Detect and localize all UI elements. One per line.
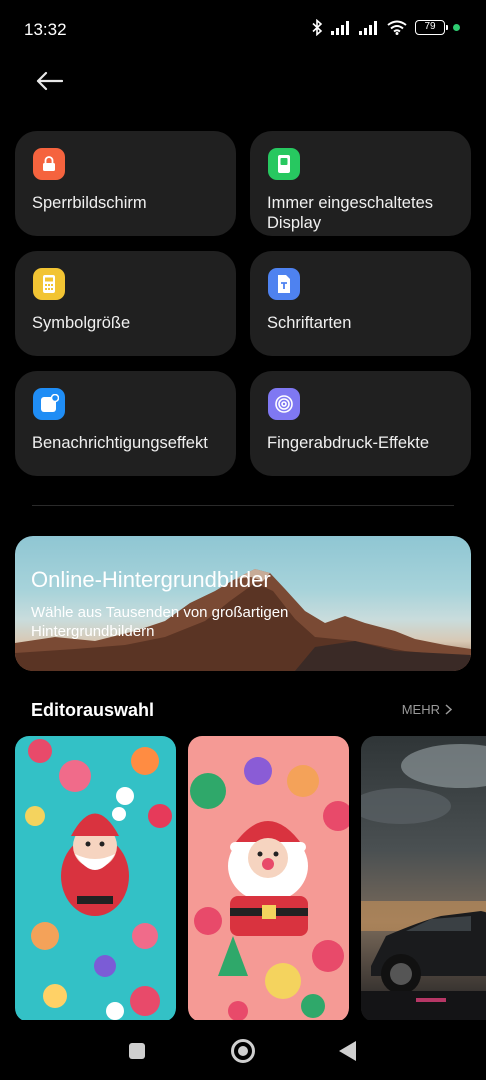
status-time: 13:32 xyxy=(24,20,67,39)
fingerprint-icon xyxy=(268,388,300,420)
nav-back-button[interactable] xyxy=(339,1041,356,1061)
tile-label: Fingerabdruck-Effekte xyxy=(267,434,430,452)
wallpaper-card-car[interactable] xyxy=(361,736,486,1022)
wallpaper-image xyxy=(361,744,486,1022)
online-wallpapers-banner[interactable]: Online-Hintergrundbilder Wähle aus Tause… xyxy=(15,536,471,671)
calculator-icon xyxy=(33,268,65,300)
tile-label: Symbolgröße xyxy=(32,314,131,332)
banner-title: Online-Hintergrundbilder xyxy=(31,567,271,592)
signal-icon xyxy=(331,20,349,35)
wifi-icon xyxy=(387,20,407,35)
tile-lock-screen[interactable]: Sperrbildschirm xyxy=(15,131,236,236)
lock-icon xyxy=(33,148,65,180)
status-bar: 13:32 79 xyxy=(0,0,486,60)
home-button[interactable] xyxy=(231,1039,255,1063)
tile-icon-size[interactable]: Symbolgröße xyxy=(15,251,236,356)
tile-label: Sperrbildschirm xyxy=(32,194,147,212)
tile-label: Immer eingeschaltetes Display xyxy=(267,194,433,232)
phone-display-icon xyxy=(268,148,300,180)
signal-icon-2 xyxy=(359,20,377,35)
wallpaper-card-santa-teal[interactable] xyxy=(15,736,176,1022)
tile-notification-effect[interactable]: Benachrichtigungseffekt xyxy=(15,371,236,476)
back-button[interactable] xyxy=(32,66,66,96)
recents-button[interactable] xyxy=(129,1043,145,1059)
wallpaper-card-santa-pink[interactable] xyxy=(188,736,349,1022)
more-button[interactable]: MEHR xyxy=(402,702,452,717)
tile-fingerprint-effects[interactable]: Fingerabdruck-Effekte xyxy=(250,371,471,476)
banner-subtitle: Wähle aus Tausenden von großartigen Hint… xyxy=(31,604,289,640)
divider xyxy=(32,505,454,506)
bluetooth-icon xyxy=(312,19,323,36)
tile-always-on-display[interactable]: Immer eingeschaltetes Display xyxy=(250,131,471,236)
wallpaper-image xyxy=(25,739,172,1020)
tile-fonts[interactable]: Schriftarten xyxy=(250,251,471,356)
wallpaper-image xyxy=(190,757,349,1021)
navigation-bar xyxy=(0,1020,486,1080)
back-arrow-icon xyxy=(36,71,63,91)
tile-label: Benachrichtigungseffekt xyxy=(32,434,208,452)
section-title: Editorauswahl xyxy=(31,700,155,720)
privacy-indicator-dot xyxy=(453,24,460,31)
status-icons: 79 xyxy=(312,19,460,36)
chevron-right-icon xyxy=(445,704,452,715)
notification-icon xyxy=(33,388,65,420)
tile-label: Schriftarten xyxy=(267,314,352,332)
battery-indicator: 79 xyxy=(415,20,448,35)
font-file-icon xyxy=(268,268,300,300)
more-label: MEHR xyxy=(401,702,440,717)
